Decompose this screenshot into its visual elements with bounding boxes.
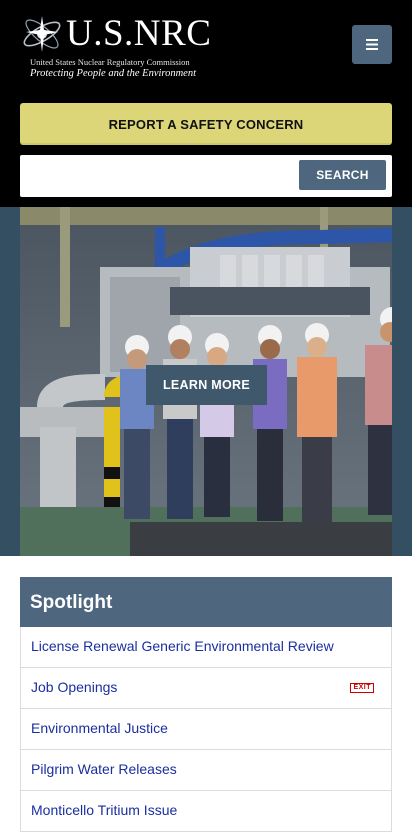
report-safety-concern-button[interactable]: REPORT A SAFETY CONCERN [20,103,392,145]
spotlight-link-environmental-justice[interactable]: Environmental Justice [20,709,392,750]
spotlight-link-monticello-tritium[interactable]: Monticello Tritium Issue [20,791,392,832]
atom-star-icon [23,16,61,52]
spotlight-link-label[interactable]: Environmental Justice [31,720,168,736]
spotlight-link-license-renewal[interactable]: License Renewal Generic Environmental Re… [20,627,392,668]
search-bar: SEARCH [20,155,392,197]
spotlight-panel: Spotlight License Renewal Generic Enviro… [20,577,392,832]
spotlight-link-job-openings[interactable]: Job Openings EXIT [20,668,392,709]
logo-title: U.S.NRC [66,13,212,54]
nrc-logo[interactable]: U.S.NRC United States Nuclear Regulatory… [20,12,212,82]
spotlight-title: Spotlight [20,577,392,627]
search-button[interactable]: SEARCH [299,160,386,190]
external-exit-icon: EXIT [350,683,374,693]
search-input[interactable] [26,161,296,191]
hamburger-icon [366,39,378,50]
spotlight-link-label[interactable]: License Renewal Generic Environmental Re… [31,638,334,654]
logo-subtitle: United States Nuclear Regulatory Commiss… [30,57,190,67]
spotlight-link-pilgrim-water[interactable]: Pilgrim Water Releases [20,750,392,791]
site-header: U.S.NRC United States Nuclear Regulatory… [0,0,412,207]
spotlight-link-label[interactable]: Pilgrim Water Releases [31,761,177,777]
learn-more-button[interactable]: LEARN MORE [146,365,267,405]
spotlight-link-label[interactable]: Job Openings [31,679,117,695]
menu-button[interactable] [352,25,392,64]
logo-tagline: Protecting People and the Environment [30,68,197,79]
spotlight-link-label[interactable]: Monticello Tritium Issue [31,802,177,818]
